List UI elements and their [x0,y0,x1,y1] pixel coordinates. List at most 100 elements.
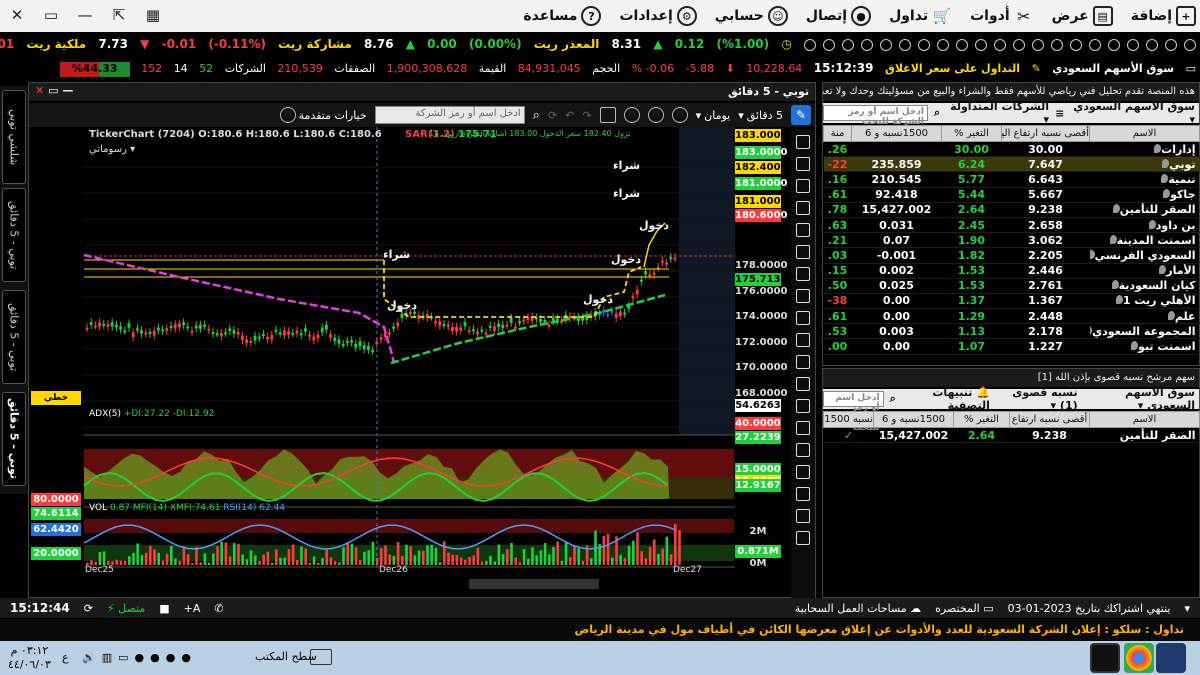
col-name[interactable]: الاسم [1089,411,1200,428]
menu-account[interactable]: ☺ حسابي [715,6,788,26]
interval-button[interactable]: 5 دقائق ▾ [738,109,783,122]
menu-tools[interactable]: ✂ أدوات [970,6,1034,26]
table-row[interactable]: الصقر للتأمين 9.238 2.64 15,427.002 ✓ [823,427,1200,444]
table-row[interactable]: المجموعة السعودي 2.178 1.13 0.003 53. [823,323,1200,340]
minus-icon[interactable] [647,107,664,123]
arrow-icon[interactable] [796,377,810,391]
menu-settings[interactable]: ⚙ إعدادات [619,6,697,26]
col-ratio-2[interactable]: نسبه 1500 و 6 [823,411,874,428]
trendline-icon[interactable] [796,223,810,237]
cloud-button[interactable]: ☁ مساحات العمل السحابية [795,602,921,615]
windows-start-icon[interactable] [1156,643,1186,673]
battery-icon[interactable]: ▭ [118,651,128,664]
rectangle-icon[interactable] [796,245,810,259]
network-icon[interactable]: ▥ [102,651,112,664]
menu-connect[interactable]: ● إتصال [806,6,872,26]
layout-icon[interactable]: ▦ [140,4,166,26]
close-icon[interactable]: ✕ [35,84,44,97]
menu-add[interactable]: + إضافة [1131,6,1196,26]
pencil-icon[interactable]: ✎ [791,105,811,125]
maximize-icon[interactable]: ▭ [48,84,58,97]
horizontal-scrollbar[interactable] [469,579,599,589]
chrome-icon[interactable] [1124,643,1154,673]
market-select[interactable]: سوق الأسهم السعودي ▾ [1084,386,1195,412]
table-row[interactable]: السعودي الفرنسي 2.205 1.82 0.001- 03. [823,247,1200,264]
table-row[interactable]: الأمار 2.446 1.53 0.002 15. [823,263,1200,279]
table-row[interactable]: اسمنت تبو 1.227 1.07 0.00 00. [823,338,1200,355]
language-indicator[interactable]: ع [62,651,69,664]
refresh-icon[interactable]: ⟳ [84,602,93,615]
crosshair-icon[interactable] [796,157,810,171]
menu-trade[interactable]: 🛒 تداول [889,6,952,26]
tab-chart-4[interactable]: توبي - 5 دقائق [2,392,26,486]
list-select[interactable]: الشركات المتداولة ▾ [946,100,1049,126]
line-type-button[interactable]: خطي [31,391,81,405]
chart-type-icon[interactable] [599,107,616,123]
list-select[interactable]: نسبه قصوى (1) ▾ [996,386,1077,412]
app-tray-icon[interactable]: ● [150,651,160,664]
eraser-icon[interactable] [796,487,810,501]
watchlist-search-input[interactable]: ادخل اسم أو رمز الشركة للبحث [822,105,928,127]
mini-button[interactable]: ▭ المختصره [935,602,993,615]
close-icon[interactable]: ✕ [4,4,30,26]
tab-chart-3[interactable]: توبي - 5 دقائق [2,290,26,384]
redo-icon[interactable]: ↷ [582,109,591,122]
draw-icon[interactable] [671,107,688,123]
col-max[interactable]: أقصى نسبه ارتفاع [1009,411,1090,428]
app-tray-icon[interactable]: ● [181,651,191,664]
period-button[interactable]: يومان ▾ [696,109,731,122]
col-change[interactable]: التغير % [941,125,1002,142]
col-extra[interactable]: منة [823,125,852,142]
app-tray-icon[interactable]: ● [135,651,145,664]
advanced-options-button[interactable]: خيارات متقدمة [279,107,367,123]
desktop-label[interactable]: سطح المكتب [255,650,317,663]
marker-icon[interactable] [796,399,810,413]
menu-help[interactable]: ? مساعدة [523,6,602,26]
phone-icon[interactable]: ✆ [214,602,223,615]
fibonacci-icon[interactable] [796,267,810,281]
table-row[interactable]: كيان السعودية 2.761 1.53 0.025 50. [823,278,1200,294]
table-row[interactable]: بن داود 2.658 2.45 0.031 63. [823,217,1200,234]
ruler-icon[interactable] [796,443,810,457]
eye-icon[interactable] [796,509,810,523]
chart-search-input[interactable]: ادخل اسم أو رمز الشركة [374,106,525,124]
measure-icon[interactable] [796,421,810,435]
minimize-icon[interactable]: — [72,4,98,26]
ticker-name[interactable]: مشاركة ريت [278,37,352,51]
table-row[interactable]: الصقر للتأمين 9.238 2.64 15,427.002 78. [823,202,1200,218]
delete-icon[interactable] [796,465,810,479]
tab-chart-1[interactable]: شلشي توبي [2,90,26,184]
volume-icon[interactable]: 🔊 [82,651,96,664]
dropdown-icon[interactable]: ▾ [1184,602,1190,615]
line-icon[interactable] [796,179,810,193]
table-row[interactable]: جاكو 5.667 5.44 92.418 61. [823,187,1200,203]
table-row[interactable]: اسمنت المدينة 3.062 1.90 0.07 21. [823,232,1200,249]
tray-clock[interactable]: ٠٣:١٢ م ٤٤/٠٦/٠٣ [8,644,51,672]
abc-icon[interactable] [796,355,810,369]
pin-icon[interactable]: ⇱ [106,4,132,26]
search-icon[interactable]: ⌕ [934,106,940,120]
pitchfork-icon[interactable] [796,311,810,325]
tickerchart-app-icon[interactable] [1090,643,1120,673]
channel-icon[interactable] [796,289,810,303]
cycle-icon[interactable] [796,333,810,347]
app-tray-icon[interactable]: ● [166,651,176,664]
refresh-icon[interactable]: ⟳ [548,109,557,122]
cursor-icon[interactable] [796,135,810,149]
col-ratio[interactable]: 1500نسبه و 6 [851,125,942,142]
filter-search-input[interactable]: ادخل اسم أو رمز الشركة للبحث [823,391,884,433]
font-size-button[interactable]: A+ [184,602,201,615]
news-ticker[interactable]: تداول : سلكو : إعلان الشركة السعودية للع… [0,619,1200,641]
clock-icon[interactable] [623,107,640,123]
layout-icon[interactable]: ▭ [1186,62,1196,75]
search-icon[interactable]: ⌕ [890,392,896,406]
maximize-icon[interactable]: ▭ [38,4,64,26]
text-icon[interactable] [796,201,810,215]
col-name[interactable]: الاسم [1089,125,1200,142]
camera-icon[interactable]: ■ [159,602,169,615]
search-icon[interactable]: ⌕ [533,108,540,123]
table-row[interactable]: توبي 7.647 6.24 235.859 22- [823,156,1200,173]
alerts-button[interactable]: 🔔 تنبيهات التصفية [902,386,990,412]
lock-icon[interactable] [796,531,810,545]
col-change[interactable]: التغير % [953,411,1010,428]
